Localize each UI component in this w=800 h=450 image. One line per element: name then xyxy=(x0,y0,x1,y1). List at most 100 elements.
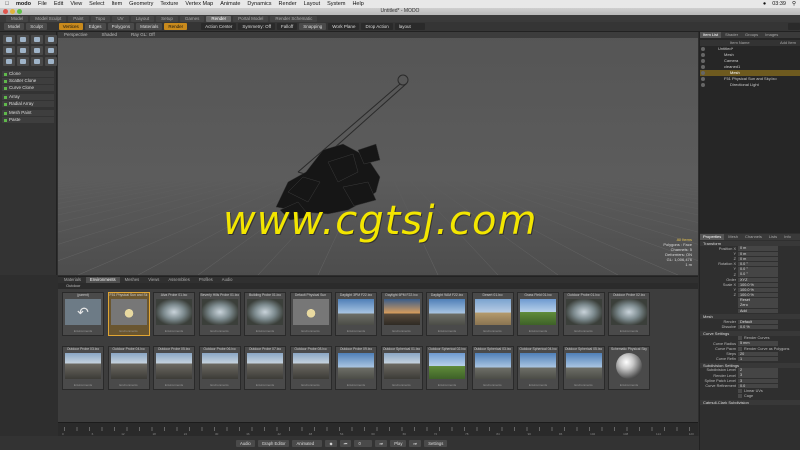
layout-tab-render[interactable]: Render xyxy=(206,15,232,22)
bevel-tool-icon[interactable] xyxy=(3,57,15,66)
layout-tab-games[interactable]: Games xyxy=(179,15,205,22)
browser-path[interactable]: Outdoor xyxy=(58,283,698,289)
preset-thumbnail[interactable]: F51 Physical Sun and Sk Environments xyxy=(107,292,150,336)
property-checkbox[interactable] xyxy=(738,394,742,399)
items-tab-shader[interactable]: Shader xyxy=(722,32,741,38)
preset-thumbnail[interactable]: Daylight 6PM F22.lxo Environments xyxy=(380,292,423,336)
preset-thumbnail[interactable]: Outdoor Spherical 03.lxo Environments xyxy=(471,346,514,390)
property-value-field[interactable]: Add xyxy=(738,308,778,314)
property-value-field[interactable]: 3 xyxy=(738,373,778,378)
layout-tab-paint[interactable]: Paint xyxy=(68,15,89,22)
property-checkbox[interactable] xyxy=(738,346,742,351)
visibility-eye-icon[interactable] xyxy=(701,77,705,81)
preset-thumbnail[interactable]: Outdoor Probe 01.lxo Environments xyxy=(562,292,605,336)
wifi-icon[interactable]: ● xyxy=(763,1,766,7)
property-value-field[interactable]: 0.0 ° xyxy=(738,272,778,277)
timeline-ruler[interactable] xyxy=(64,427,692,431)
menu-help[interactable]: Help xyxy=(352,1,363,7)
rotate-tool-icon[interactable] xyxy=(17,46,29,55)
vertices-mode-button[interactable]: Vertices xyxy=(58,23,83,30)
menu-file[interactable]: File xyxy=(38,1,47,7)
property-value-field[interactable]: 0.0 ° xyxy=(738,261,778,267)
layout-tab-model[interactable]: Model xyxy=(6,15,29,22)
layout-tab-topo[interactable]: Topo xyxy=(90,15,111,22)
layout-tab-setup[interactable]: Setup xyxy=(156,15,178,22)
preset-thumbnail[interactable]: Outdoor Probe 06.lxo Environments xyxy=(198,346,241,390)
preset-thumbnail[interactable]: Beverly Hills Probe 01.lxo Environments xyxy=(198,292,241,336)
preset-thumbnail[interactable]: Outdoor Probe 09.lxo Environments xyxy=(335,346,377,390)
property-value-field[interactable]: 100.0 % xyxy=(738,282,778,288)
visibility-eye-icon[interactable] xyxy=(701,83,705,87)
first-frame-button[interactable]: ⏮ xyxy=(339,439,352,447)
preset-thumbnail[interactable]: Outdoor Spherical 05.lxo Environments xyxy=(562,346,605,390)
materials-mode-button[interactable]: Materials xyxy=(136,23,163,30)
model-button[interactable]: Model xyxy=(4,23,25,30)
preset-thumbnail[interactable]: Desert 01.lxo Environments xyxy=(471,292,514,336)
preset-thumbnail[interactable]: Outdoor Probe 02.lxo Environments xyxy=(608,292,650,336)
audio-button[interactable]: Audio xyxy=(236,439,255,447)
property-checkbox[interactable] xyxy=(738,336,742,341)
work-plane-dropdown[interactable]: Work Plane xyxy=(328,23,360,30)
items-tab-images[interactable]: Images xyxy=(762,32,781,38)
3d-viewport[interactable]: Perspective Shaded Ray GL: Off www.cgtsj.c… xyxy=(58,32,698,275)
property-checkbox[interactable] xyxy=(738,389,742,394)
property-value-field[interactable]: 0.0 ° xyxy=(738,267,778,272)
frame-field[interactable]: 0 xyxy=(354,439,373,447)
preset-thumbnail[interactable]: Outdoor Spherical 01.lxo Environments xyxy=(380,346,423,390)
properties-tab-properties[interactable]: Properties xyxy=(700,234,725,240)
drop-action-dropdown[interactable]: Drop Action xyxy=(361,23,393,30)
layout-dropdown[interactable]: layout xyxy=(394,23,425,30)
zoom-window-button[interactable] xyxy=(17,9,22,14)
preset-thumbnail[interactable]: Daylight 3PM F22.lxo Environments xyxy=(335,292,377,336)
polygons-mode-button[interactable]: Polygons xyxy=(107,23,135,30)
properties-tab-mesh[interactable]: Mesh xyxy=(725,234,741,240)
tool-mesh-paint[interactable]: Mesh Paint xyxy=(2,110,54,116)
property-value-field[interactable]: 3 xyxy=(738,378,778,383)
menu-item[interactable]: Item xyxy=(111,1,122,7)
property-value-field[interactable]: 100.0 % xyxy=(738,293,778,298)
catmull-clark-section[interactable]: Catmull-Clark Subdivision xyxy=(700,399,800,405)
menu-edit[interactable]: Edit xyxy=(54,1,63,7)
layout-tab-portal-model[interactable]: Portal Model xyxy=(233,15,269,22)
browser-tab-assemblies[interactable]: Assemblies xyxy=(164,277,193,283)
items-tab-item-list[interactable]: Item List xyxy=(700,32,722,38)
browser-tab-audio[interactable]: Audio xyxy=(218,277,237,283)
menu-vertex-map[interactable]: Vertex Map xyxy=(185,1,213,7)
apple-icon[interactable]:  xyxy=(4,1,10,7)
property-value-field[interactable]: Zero xyxy=(738,303,778,308)
preset-thumbnail[interactable]: (parent) ↶ Environments xyxy=(62,292,104,336)
preset-thumbnail[interactable]: Grass Field 01.lxo Environments xyxy=(517,292,559,336)
preset-thumbnail[interactable]: Building Probe 01.lxo Environments xyxy=(244,292,286,336)
scale-tool-icon[interactable] xyxy=(31,46,43,55)
property-value-field[interactable]: 0 m xyxy=(738,256,778,262)
menu-view[interactable]: View xyxy=(70,1,82,7)
action-center-dropdown[interactable]: Action Center xyxy=(201,23,237,30)
next-frame-button[interactable]: ⏭ xyxy=(375,439,388,447)
visibility-eye-icon[interactable] xyxy=(701,53,705,57)
tool-curve-clone[interactable]: Curve Clone xyxy=(2,85,54,91)
snapping-toggle[interactable]: Snapping xyxy=(299,23,327,30)
preset-thumbnail[interactable]: Schematic Physical Sky Environments xyxy=(608,346,650,390)
properties-tab-info[interactable]: Info xyxy=(781,234,794,240)
menu-texture[interactable]: Texture xyxy=(160,1,178,7)
items-tab-groups[interactable]: Groups xyxy=(742,32,761,38)
property-value-field[interactable]: Reset xyxy=(738,298,778,303)
preset-thumbnail[interactable]: Outdoor Spherical 04.lxo Environments xyxy=(517,346,559,390)
edge-slide-tool-icon[interactable] xyxy=(45,57,57,66)
property-value-field[interactable]: 0.0 xyxy=(738,383,778,389)
menu-layout[interactable]: Layout xyxy=(304,1,321,7)
properties-tab-lists[interactable]: Lists xyxy=(766,234,780,240)
animated-dropdown[interactable]: Animated xyxy=(292,439,323,447)
preset-thumbnail[interactable]: Outdoor Probe 04.lxo Environments xyxy=(107,346,150,390)
preset-thumbnail[interactable]: Outdoor Probe 07.lxo Environments xyxy=(244,346,286,390)
preset-thumbnail[interactable]: Default Physical Sun Environments xyxy=(289,292,332,336)
tool-paste[interactable]: Paste xyxy=(2,117,54,123)
timeline[interactable]: 0 6 12 18 24 30 36 42 48 54 60 66 72 78 84 90 96 102 108 11… xyxy=(58,422,698,436)
menu-animate[interactable]: Animate xyxy=(220,1,240,7)
property-value-field[interactable]: XYZ xyxy=(738,277,778,282)
property-value-field[interactable]: 1 xyxy=(738,356,778,362)
symmetry-dropdown[interactable]: Symmetry: Off xyxy=(238,23,276,30)
menu-dynamics[interactable]: Dynamics xyxy=(247,1,271,7)
visibility-eye-icon[interactable] xyxy=(701,47,705,51)
browser-tab-environments[interactable]: Environments xyxy=(86,277,120,283)
